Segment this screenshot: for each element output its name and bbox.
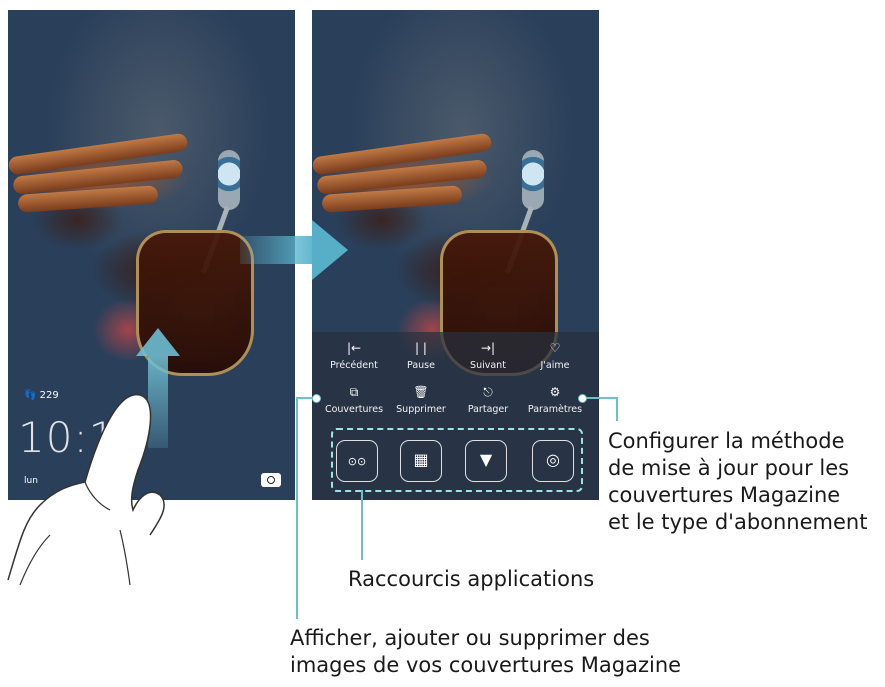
share-button[interactable]: ⎋ Partager [453, 384, 523, 415]
covers-callout-line [296, 397, 298, 619]
shortcuts-callout-text: Raccourcis applications [348, 567, 595, 591]
spoon-image [218, 150, 240, 210]
spoon-image [522, 150, 544, 210]
camera-icon: ◎ [546, 450, 560, 469]
pause-button[interactable]: | | Pause [386, 340, 456, 371]
calculator-icon: ▦ [413, 450, 429, 469]
settings-callout-line [616, 397, 618, 421]
flashlight-shortcut[interactable]: ▼ [465, 440, 507, 482]
settings-callout-dot [578, 394, 587, 403]
previous-button[interactable]: |← Précédent [319, 340, 389, 371]
next-button[interactable]: →| Suivant [453, 340, 523, 371]
covers-button[interactable]: ⧉ Couvertures [319, 384, 389, 415]
settings-callout-line [582, 397, 618, 399]
magazine-unlock-panel: |← Précédent | | Pause →| Suivant ♡ J'ai… [312, 332, 599, 500]
share-icon: ⎋ [483, 385, 493, 399]
camera-shortcut[interactable]: ◎ [532, 440, 574, 482]
recorder-shortcut[interactable]: ⊙⊙ [336, 440, 378, 482]
like-button[interactable]: ♡ J'aime [520, 340, 590, 371]
covers-icon: ⧉ [349, 385, 359, 399]
pause-icon: | | [415, 341, 427, 355]
transition-arrow-icon [240, 220, 352, 280]
calculator-shortcut[interactable]: ▦ [400, 440, 442, 482]
lock-screen-right: |← Précédent | | Pause →| Suivant ♡ J'ai… [312, 10, 599, 500]
covers-callout-dot [312, 394, 321, 403]
delete-button[interactable]: 🗑 Supprimer [386, 384, 456, 415]
trash-icon: 🗑 [413, 385, 429, 399]
recorder-icon: ⊙⊙ [347, 455, 367, 468]
camera-icon[interactable] [261, 473, 281, 487]
settings-callout-text: Configurer la méthode de mise à jour pou… [608, 429, 868, 534]
hand-icon [7, 393, 165, 586]
covers-callout-text: Afficher, ajouter ou supprimer des image… [290, 626, 682, 677]
previous-icon: |← [346, 341, 362, 355]
flashlight-icon: ▼ [479, 450, 493, 469]
shortcuts-callout-line [361, 490, 363, 560]
next-icon: →| [480, 341, 496, 355]
heart-icon: ♡ [549, 341, 561, 355]
